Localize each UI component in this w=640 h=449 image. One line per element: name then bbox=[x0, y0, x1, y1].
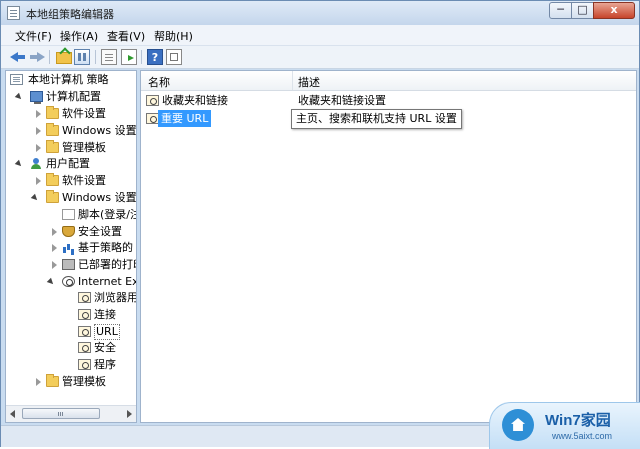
window-title: 本地组策略编辑器 bbox=[26, 8, 114, 21]
menu-file[interactable]: 文件(F) bbox=[15, 28, 52, 44]
scroll-right-icon[interactable] bbox=[127, 410, 132, 418]
settings-page-icon bbox=[78, 359, 91, 370]
folder-icon bbox=[46, 123, 59, 136]
export-list-icon[interactable] bbox=[121, 49, 137, 65]
home-logo-icon bbox=[502, 409, 534, 441]
expand-icon[interactable] bbox=[36, 378, 41, 386]
properties-icon[interactable] bbox=[101, 49, 117, 65]
expand-icon[interactable] bbox=[36, 144, 41, 152]
up-level-icon[interactable] bbox=[56, 52, 72, 64]
column-header-name[interactable]: 名称 bbox=[148, 74, 170, 90]
title-bar[interactable]: 本地组策略编辑器 ─ □ x bbox=[1, 1, 639, 25]
security-icon bbox=[62, 226, 75, 237]
internet-explorer-icon bbox=[62, 276, 75, 287]
settings-page-icon bbox=[78, 342, 91, 353]
filter-icon[interactable] bbox=[166, 49, 182, 65]
script-icon bbox=[62, 209, 75, 220]
menu-help[interactable]: 帮助(H) bbox=[154, 28, 193, 44]
policy-editor-icon bbox=[7, 6, 20, 20]
folder-open-icon bbox=[46, 190, 59, 203]
expand-icon[interactable] bbox=[36, 177, 41, 185]
collapse-icon[interactable] bbox=[46, 277, 56, 287]
watermark: Win7家园 www.5aixt.com bbox=[489, 402, 640, 449]
scrollbar-thumb[interactable] bbox=[22, 408, 100, 419]
bar-chart-icon bbox=[62, 242, 75, 253]
doc-icon bbox=[10, 74, 23, 85]
horizontal-scrollbar[interactable] bbox=[6, 405, 136, 422]
expand-icon[interactable] bbox=[52, 261, 57, 269]
selected-item-label[interactable]: 重要 URL bbox=[158, 110, 212, 127]
folder-icon bbox=[46, 374, 59, 387]
printer-icon bbox=[62, 259, 75, 270]
toolbar: ? bbox=[1, 46, 639, 69]
toolbar-divider bbox=[95, 50, 96, 64]
menu-action[interactable]: 操作(A) bbox=[60, 28, 98, 44]
expand-icon[interactable] bbox=[52, 228, 57, 236]
watermark-brand: Win7家园 bbox=[545, 412, 611, 429]
collapse-icon[interactable] bbox=[14, 92, 24, 102]
collapse-icon[interactable] bbox=[14, 159, 24, 169]
show-hide-tree-icon[interactable] bbox=[74, 49, 90, 65]
close-button[interactable]: x bbox=[593, 2, 635, 19]
settings-page-icon bbox=[78, 292, 91, 303]
grip-icon bbox=[58, 412, 59, 416]
back-arrow-icon[interactable] bbox=[10, 49, 26, 65]
info-tooltip: 主页、搜索和联机支持 URL 设置 bbox=[291, 109, 462, 129]
computer-icon bbox=[30, 91, 43, 104]
expand-icon[interactable] bbox=[52, 244, 57, 252]
expand-icon[interactable] bbox=[36, 127, 41, 135]
app-window: 本地组策略编辑器 ─ □ x 文件(F) 操作(A) 查看(V) 帮助(H) ?… bbox=[0, 0, 640, 449]
user-icon bbox=[30, 158, 43, 169]
folder-icon bbox=[46, 106, 59, 119]
maximize-button[interactable]: □ bbox=[571, 2, 594, 19]
forward-arrow-icon[interactable] bbox=[29, 49, 45, 65]
menu-view[interactable]: 查看(V) bbox=[107, 28, 145, 44]
expand-icon[interactable] bbox=[36, 110, 41, 118]
settings-page-icon bbox=[146, 95, 159, 106]
help-icon[interactable]: ? bbox=[147, 49, 163, 65]
console-tree[interactable]: 本地计算机 策略 计算机配置 软件设置 Windows 设置 管理模板 用户配置… bbox=[5, 70, 137, 423]
toolbar-divider bbox=[49, 50, 50, 64]
menu-bar: 文件(F) 操作(A) 查看(V) 帮助(H) bbox=[1, 25, 639, 46]
list-header: 名称 描述 bbox=[141, 71, 636, 91]
minimize-button[interactable]: ─ bbox=[549, 2, 572, 19]
watermark-url: www.5aixt.com bbox=[552, 431, 613, 441]
column-header-description[interactable]: 描述 bbox=[298, 74, 320, 90]
scroll-left-icon[interactable] bbox=[10, 410, 15, 418]
column-divider[interactable] bbox=[292, 71, 293, 90]
folder-icon bbox=[46, 173, 59, 186]
settings-page-icon bbox=[78, 309, 91, 320]
folder-icon bbox=[46, 140, 59, 153]
toolbar-divider bbox=[141, 50, 142, 64]
collapse-icon[interactable] bbox=[30, 193, 40, 203]
settings-page-icon bbox=[78, 326, 91, 337]
